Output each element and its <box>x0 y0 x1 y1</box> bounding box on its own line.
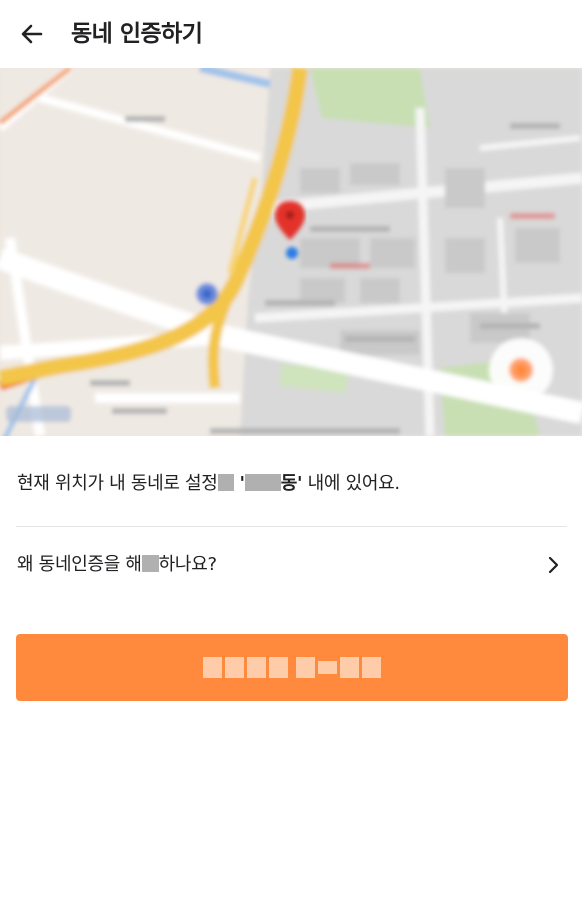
why-label-part-a: 왜 동네인증을 해 <box>17 554 142 575</box>
page-title: 동네 인증하기 <box>71 21 203 47</box>
location-status-text: 현재 위치가 내 동네로 설정 ' 동' 내에 있어요. <box>17 470 400 498</box>
location-map[interactable] <box>0 68 582 436</box>
app-header: 동네 인증하기 <box>0 0 582 68</box>
back-button[interactable] <box>16 18 48 50</box>
redacted-text <box>217 474 234 491</box>
redacted-button-label <box>203 657 381 678</box>
redacted-dong-name <box>244 474 281 491</box>
why-verify-label: 왜 동네인증을 해 하나요? <box>17 551 217 579</box>
status-quote-open: ' <box>233 473 246 494</box>
why-verify-row[interactable]: 왜 동네인증을 해 하나요? <box>0 528 582 602</box>
status-suffix: 내에 있어요. <box>302 473 400 494</box>
my-location-icon[interactable] <box>489 338 553 402</box>
divider <box>16 526 567 527</box>
why-label-part-b: 하나요? <box>158 554 217 575</box>
redacted-text <box>141 555 159 572</box>
status-prefix: 현재 위치가 내 동네로 설정 <box>17 473 218 494</box>
arrow-left-icon <box>21 24 43 44</box>
status-dong-suffix: 동' <box>280 473 303 494</box>
verify-location-button[interactable] <box>16 634 568 701</box>
chevron-right-icon <box>548 556 559 574</box>
